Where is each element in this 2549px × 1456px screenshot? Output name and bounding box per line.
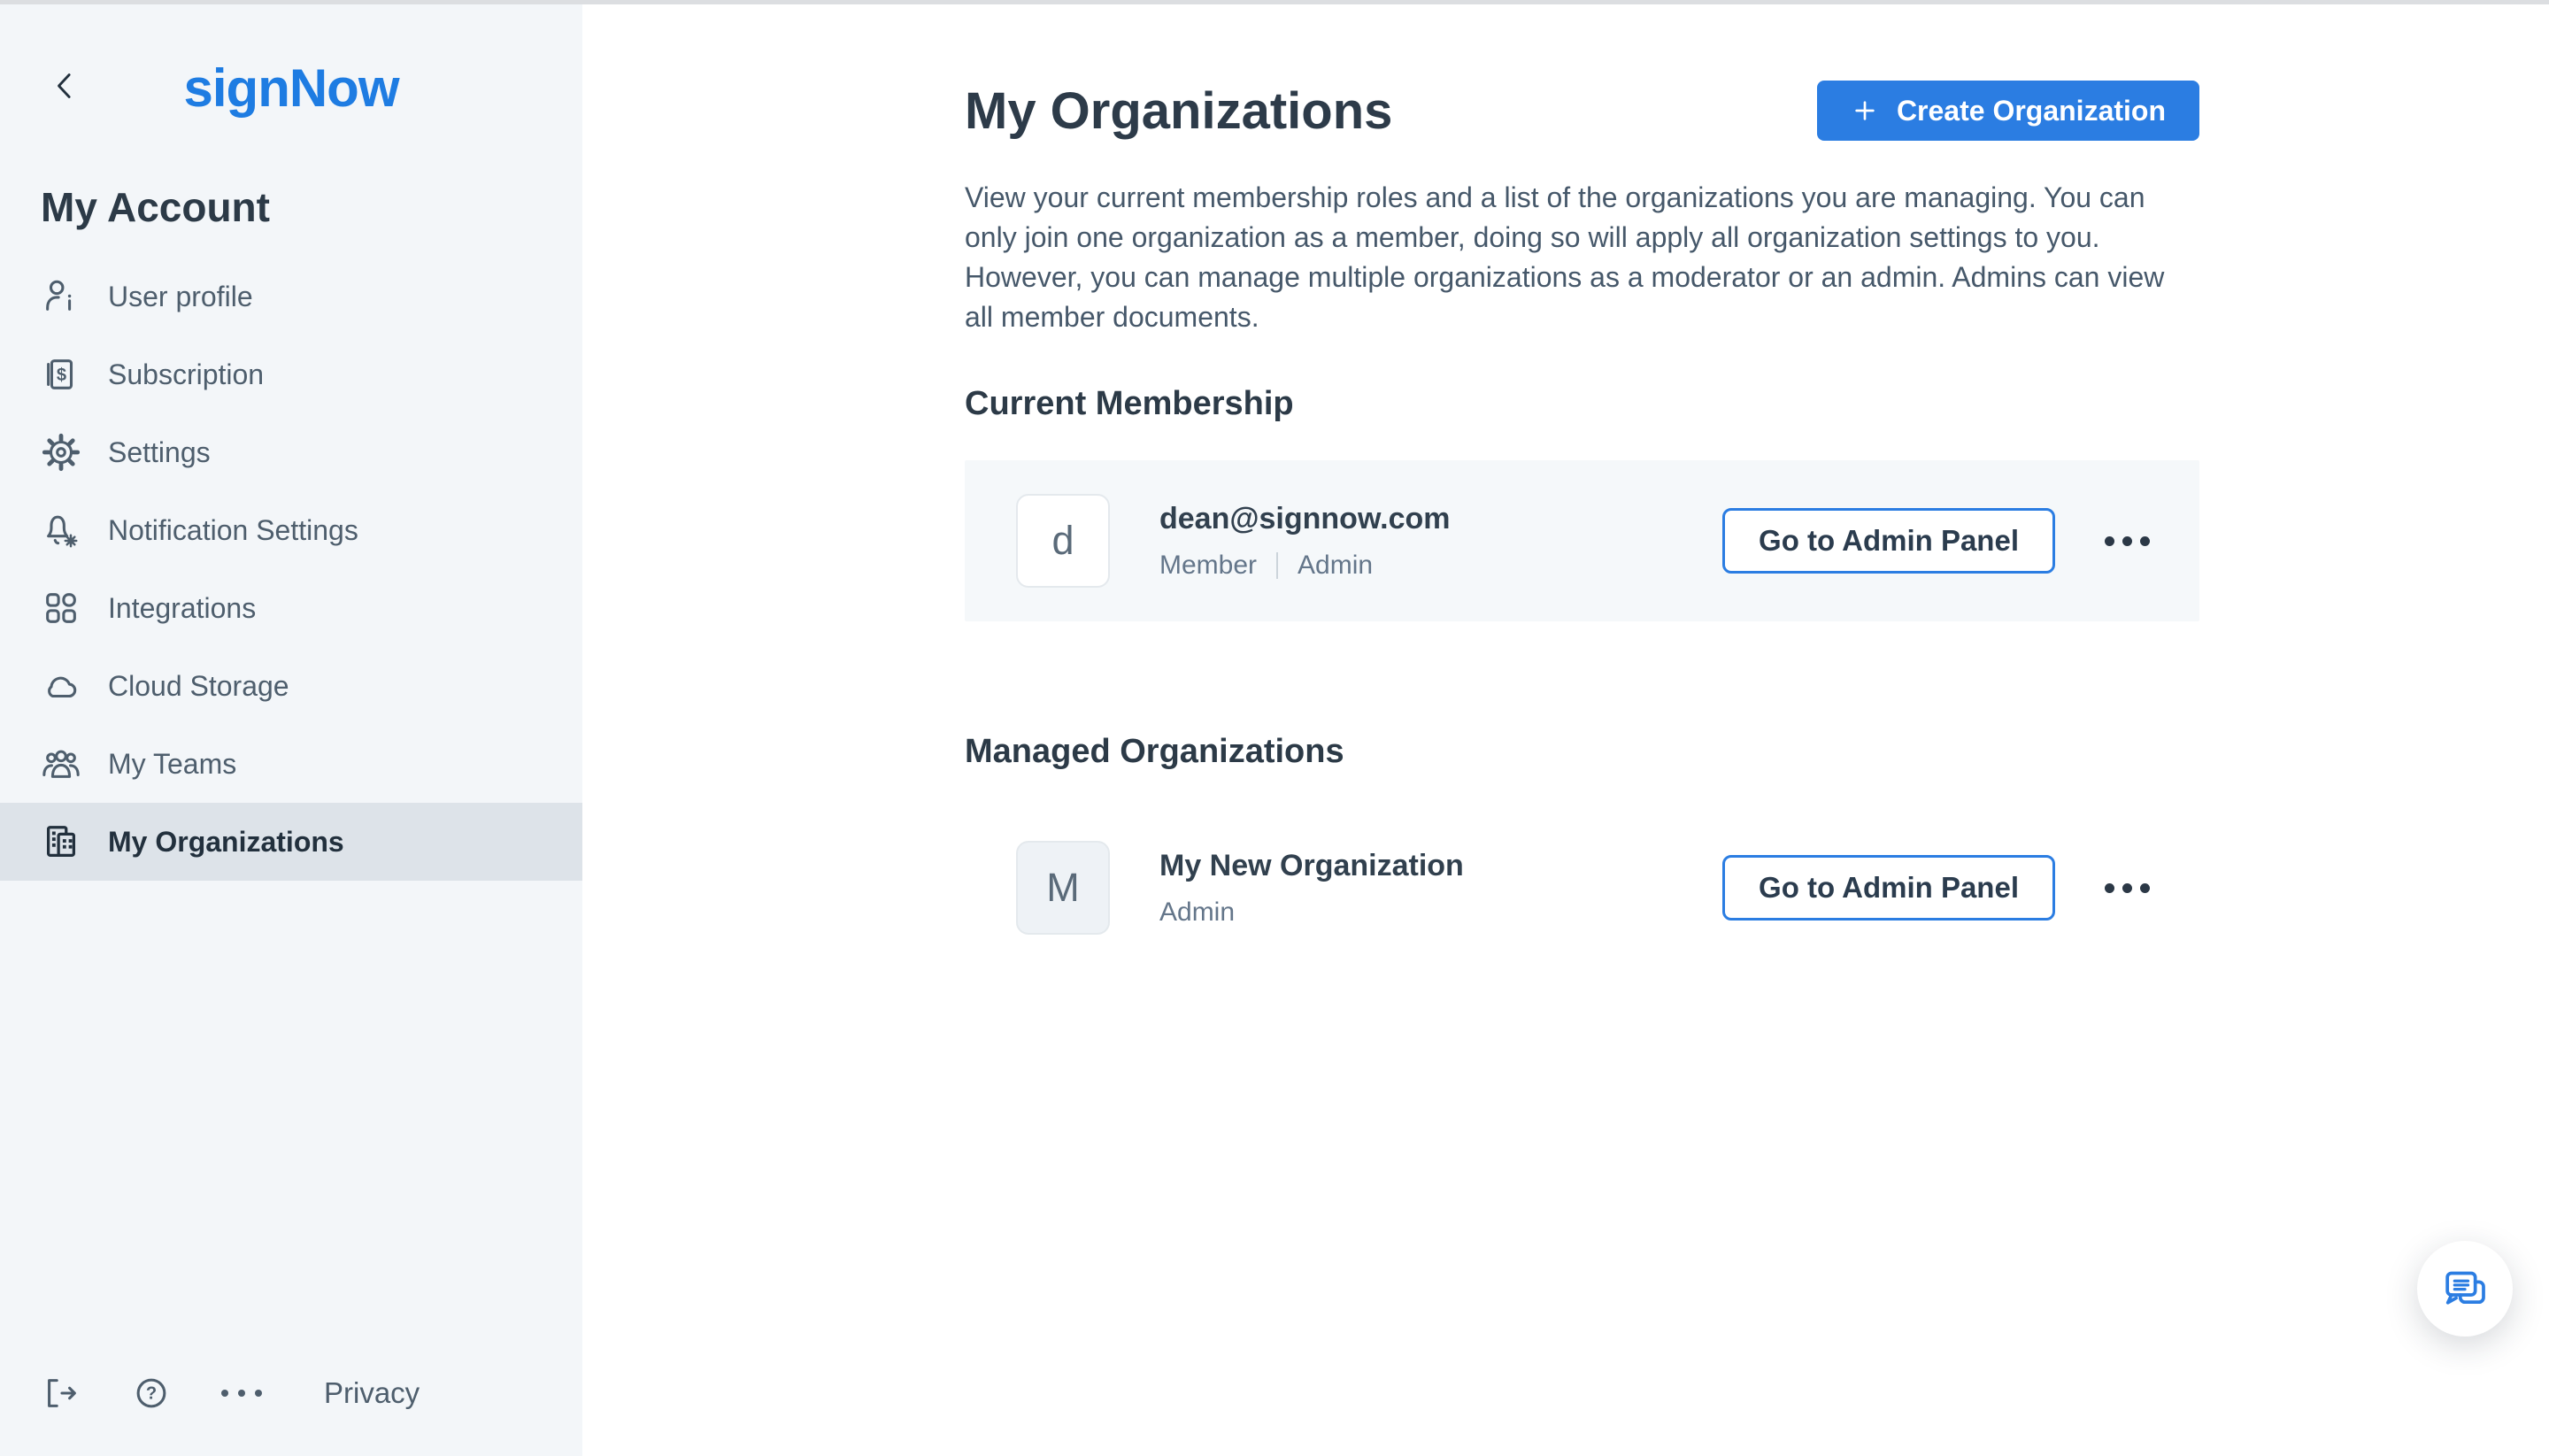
sidebar: signNow My Account User profile $ Subscr… bbox=[0, 4, 582, 1456]
logout-icon bbox=[48, 1379, 76, 1407]
my-organizations-icon bbox=[46, 826, 76, 857]
sidebar-item-label: Subscription bbox=[108, 358, 265, 390]
organization-name: My New Organization bbox=[1159, 848, 1464, 882]
managed-organizations-heading: Managed Organizations bbox=[965, 733, 1344, 770]
sidebar-header: signNow bbox=[0, 4, 582, 137]
plus-icon bbox=[1855, 101, 1875, 120]
ellipsis-icon bbox=[221, 1390, 262, 1397]
privacy-link[interactable]: Privacy bbox=[324, 1376, 420, 1410]
membership-avatar: d bbox=[1016, 494, 1110, 588]
chevron-left-icon bbox=[58, 73, 71, 98]
membership-row: d dean@signnow.com Member Admin Go to Ad… bbox=[965, 460, 2199, 621]
membership-roles: Member Admin bbox=[1159, 551, 1450, 581]
sidebar-item-cloud-storage[interactable]: Cloud Storage bbox=[0, 647, 582, 725]
create-organization-label: Create Organization bbox=[1896, 94, 2166, 127]
sidebar-item-label: My Teams bbox=[108, 747, 237, 780]
help-icon: ? bbox=[136, 1378, 166, 1408]
page-title: My Organizations bbox=[965, 81, 1393, 140]
sidebar-item-label: Settings bbox=[108, 435, 211, 468]
main-content: My Organizations Create Organization Vie… bbox=[965, 81, 2199, 955]
organization-roles: Admin bbox=[1159, 897, 1464, 928]
row-more-options-button[interactable] bbox=[2105, 874, 2150, 902]
app-window: signNow My Account User profile $ Subscr… bbox=[0, 4, 2549, 1456]
sidebar-item-my-organizations[interactable]: My Organizations bbox=[0, 803, 582, 881]
role-badge-admin: Admin bbox=[1159, 897, 1236, 927]
sidebar-item-user-profile[interactable]: User profile bbox=[0, 258, 582, 335]
ellipsis-icon bbox=[2105, 535, 2114, 546]
settings-icon bbox=[42, 433, 81, 472]
my-teams-icon bbox=[42, 750, 80, 778]
more-options-button[interactable] bbox=[221, 1373, 262, 1414]
sidebar-item-label: My Organizations bbox=[108, 825, 344, 858]
notification-settings-icon bbox=[47, 515, 78, 548]
logout-button[interactable] bbox=[41, 1373, 81, 1414]
go-to-admin-panel-button[interactable]: Go to Admin Panel bbox=[1722, 508, 2055, 574]
cloud-storage-icon bbox=[48, 676, 77, 698]
sidebar-item-settings[interactable]: Settings bbox=[0, 413, 582, 491]
row-more-options-button[interactable] bbox=[2105, 528, 2150, 555]
page-header: My Organizations Create Organization bbox=[965, 81, 2199, 141]
sidebar-item-label: Notification Settings bbox=[108, 513, 358, 546]
sidebar-item-notification-settings[interactable]: Notification Settings bbox=[0, 491, 582, 569]
role-divider bbox=[1276, 551, 1279, 579]
go-to-admin-panel-button[interactable]: Go to Admin Panel bbox=[1722, 855, 2055, 921]
sidebar-footer: ? Privacy bbox=[41, 1373, 420, 1414]
organization-info: My New Organization Admin bbox=[1159, 849, 1464, 928]
subscription-icon: $ bbox=[47, 359, 73, 389]
svg-text:?: ? bbox=[146, 1384, 157, 1404]
chat-icon bbox=[2445, 1271, 2485, 1305]
integrations-icon bbox=[46, 593, 76, 623]
main-area: My Organizations Create Organization Vie… bbox=[582, 4, 2549, 1456]
role-badge-admin: Admin bbox=[1298, 550, 1374, 580]
user-profile-icon bbox=[46, 280, 72, 311]
organization-row: M My New Organization Admin Go to Admin … bbox=[965, 820, 2199, 955]
sidebar-nav: User profile $ Subscription Settings Not… bbox=[0, 258, 582, 881]
sidebar-item-subscription[interactable]: $ Subscription bbox=[0, 335, 582, 413]
role-badge-member: Member bbox=[1159, 550, 1258, 580]
svg-text:$: $ bbox=[57, 366, 66, 385]
sidebar-item-label: Integrations bbox=[108, 591, 257, 624]
brand-logo: signNow bbox=[183, 58, 400, 118]
membership-email: dean@signnow.com bbox=[1159, 501, 1451, 535]
sidebar-item-label: Cloud Storage bbox=[108, 669, 289, 702]
create-organization-button[interactable]: Create Organization bbox=[1816, 81, 2199, 141]
page-description: View your current membership roles and a… bbox=[965, 181, 2165, 333]
ellipsis-icon bbox=[2105, 882, 2114, 893]
chat-fab[interactable] bbox=[2417, 1241, 2513, 1337]
sidebar-item-label: User profile bbox=[108, 280, 253, 312]
sidebar-title: My Account bbox=[41, 184, 270, 230]
back-button[interactable] bbox=[44, 65, 87, 107]
help-button[interactable]: ? bbox=[131, 1373, 172, 1414]
sidebar-item-my-teams[interactable]: My Teams bbox=[0, 725, 582, 803]
organization-avatar: M bbox=[1016, 841, 1110, 935]
current-membership-heading: Current Membership bbox=[965, 385, 1294, 422]
membership-info: dean@signnow.com Member Admin bbox=[1159, 502, 1450, 581]
sidebar-item-integrations[interactable]: Integrations bbox=[0, 569, 582, 647]
